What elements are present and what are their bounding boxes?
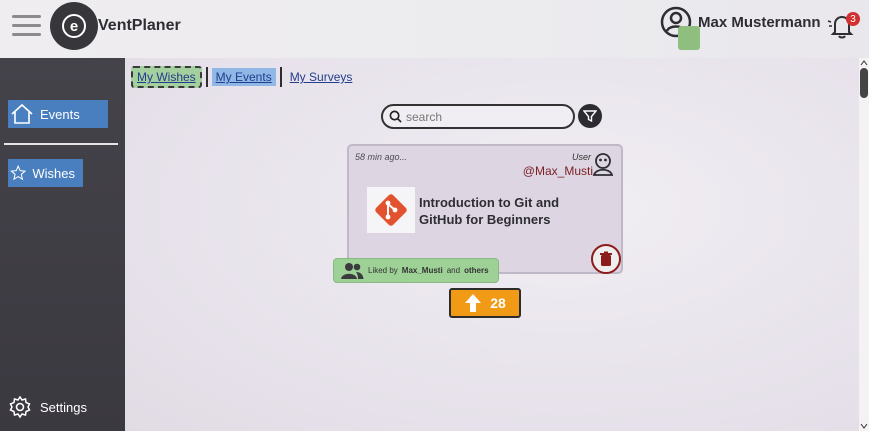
tab-my-events[interactable]: My Events (211, 68, 276, 86)
upvote-button[interactable]: 28 (449, 288, 521, 318)
sidebar-item-events[interactable]: Events (8, 100, 108, 128)
settings-label: Settings (40, 399, 87, 415)
tab-my-surveys[interactable]: My Surveys (286, 68, 357, 86)
scrollbar-thumb[interactable] (860, 68, 868, 98)
user-handle[interactable]: @Max_Musti (523, 164, 593, 178)
delete-button[interactable] (591, 244, 621, 274)
sidebar-item-settings[interactable]: Settings (8, 395, 87, 419)
wish-card[interactable]: 58 min ago... User @Max_Musti Introducti… (347, 144, 623, 274)
user-avatar-icon[interactable] (658, 4, 702, 52)
scroll-up-icon[interactable] (860, 60, 868, 66)
scroll-down-icon[interactable] (860, 423, 868, 429)
sidebar-item-label: Wishes (32, 165, 75, 181)
users-icon (341, 262, 364, 279)
search-box[interactable] (381, 104, 575, 129)
git-logo-icon (367, 187, 415, 233)
event-title: Introduction to Git and GitHub for Begin… (419, 195, 560, 227)
search-icon (389, 110, 402, 123)
notification-badge: 3 (846, 12, 860, 26)
logo-letter: e (62, 14, 86, 38)
time-ago: 58 min ago... (355, 152, 408, 162)
search-input[interactable] (406, 109, 566, 124)
sidebar: Events Wishes Settings (0, 58, 125, 431)
user-label: User (571, 152, 591, 162)
app-logo[interactable]: e (50, 2, 98, 50)
liked-others: others (464, 266, 489, 275)
liked-user: Max_Musti (401, 266, 443, 275)
user-status-badge (678, 26, 700, 50)
top-bar: e VentPlaner Max Mustermann 3 (0, 0, 869, 58)
tab-divider (279, 67, 282, 87)
gear-icon (9, 395, 31, 419)
upvote-count: 28 (490, 295, 506, 311)
filter-icon (583, 110, 597, 123)
menu-icon[interactable] (12, 12, 42, 40)
user-name[interactable]: Max Mustermann (698, 14, 821, 31)
sidebar-divider (4, 143, 118, 145)
filter-button[interactable] (578, 104, 602, 128)
trash-icon (600, 251, 612, 266)
main-content: My Wishes My Events My Surveys 58 min ag… (125, 58, 859, 431)
liked-and: and (446, 266, 461, 275)
arrow-up-icon (465, 294, 482, 312)
scrollbar[interactable] (859, 58, 869, 431)
star-icon (10, 164, 27, 181)
liked-by-bar[interactable]: Liked by Max_Musti and others (333, 258, 499, 283)
user-icon (592, 153, 614, 176)
tab-my-wishes[interactable]: My Wishes (131, 66, 202, 88)
home-icon (11, 103, 33, 124)
app-name: VentPlaner (98, 17, 181, 34)
sidebar-item-wishes[interactable]: Wishes (8, 159, 83, 187)
tab-divider (205, 67, 208, 87)
tab-bar: My Wishes My Events My Surveys (131, 66, 356, 88)
sidebar-item-label: Events (40, 106, 80, 122)
liked-prefix: Liked by (368, 266, 398, 275)
